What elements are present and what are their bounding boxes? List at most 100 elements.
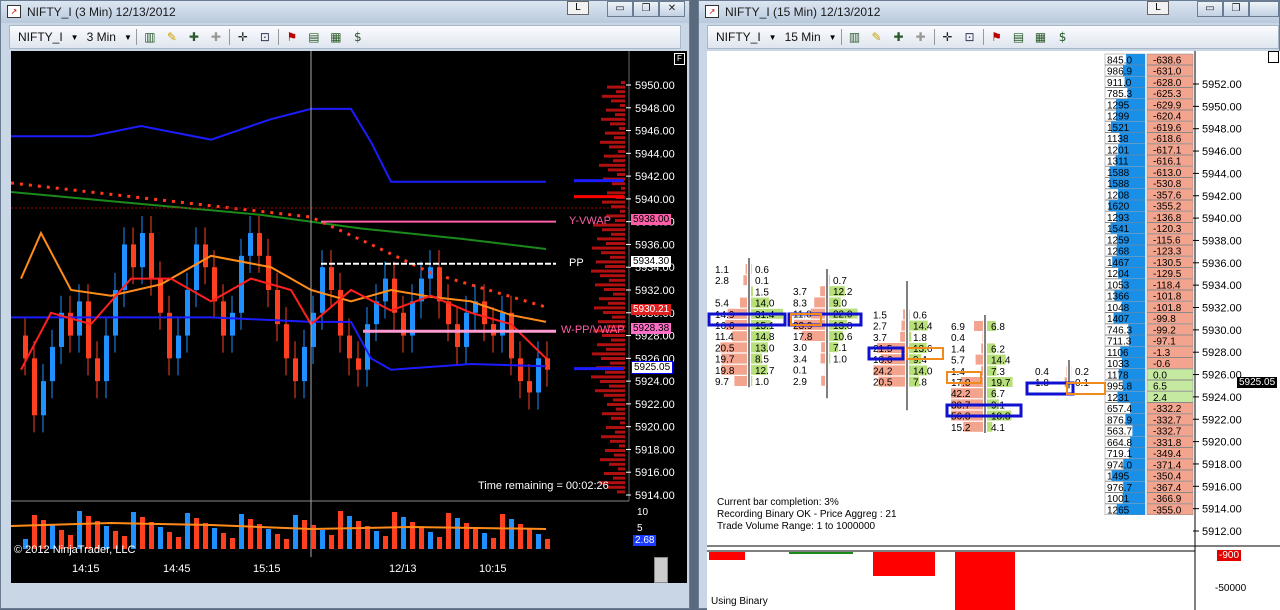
candle-body <box>203 244 208 267</box>
right-titlebar[interactable]: ↗ NIFTY_I (15 Min) 12/13/2012 L ▭ ❐ <box>699 1 1279 23</box>
indicators-icon[interactable]: ▤ <box>1010 28 1028 46</box>
volume-bar <box>221 533 226 549</box>
volume-profile-bar <box>610 440 625 443</box>
chart-properties-icon[interactable]: ▦ <box>327 28 345 46</box>
price-tick-label: 5932.00 <box>635 285 675 297</box>
zoom-out-icon[interactable]: ✚ <box>207 28 225 46</box>
left-window-title: NIFTY_I (3 Min) 12/13/2012 <box>27 5 176 19</box>
instrument-selector[interactable]: NIFTY_I <box>14 30 67 44</box>
minimize-button[interactable]: ▭ <box>1197 1 1223 17</box>
link-button[interactable]: L <box>567 1 589 15</box>
ladder-volume-value: 1541 <box>1107 224 1130 235</box>
bar-style-icon[interactable]: ▥ <box>846 28 864 46</box>
dollar-icon[interactable]: $ <box>1054 28 1072 46</box>
ladder-delta-value: -357.6 <box>1153 190 1182 201</box>
footprint-sell-value: 5.4 <box>715 299 729 310</box>
price-tick-label: 5938.00 <box>1202 235 1242 247</box>
left-titlebar[interactable]: ↗ NIFTY_I (3 Min) 12/13/2012 L ▭ ❐ ✕ <box>1 1 689 23</box>
zoom-in-icon[interactable]: ✚ <box>890 28 908 46</box>
extra-window-button[interactable] <box>1249 1 1279 17</box>
close-button[interactable]: ✕ <box>659 1 685 17</box>
volume-profile-bar <box>608 486 625 489</box>
candle-body <box>437 267 442 301</box>
link-button[interactable]: L <box>1147 1 1169 15</box>
restore-button[interactable]: ❐ <box>1223 1 1249 17</box>
dollar-icon[interactable]: $ <box>349 28 367 46</box>
footprint-buy-fill <box>829 275 830 285</box>
footprint-sell-value: 1.1 <box>715 265 729 276</box>
footprint-buy-value: 6.8 <box>991 322 1005 333</box>
ladder-volume-value: 1299 <box>1107 112 1130 123</box>
zoom-out-icon[interactable]: ✚ <box>912 28 930 46</box>
footprint-sell-value: 2.7 <box>873 322 887 333</box>
restore-button[interactable]: ❐ <box>633 1 659 17</box>
ladder-volume-value: 1231 <box>1107 393 1130 404</box>
footprint-buy-fill <box>751 264 752 274</box>
ladder-delta-value: -101.8 <box>1153 303 1182 314</box>
candle-body <box>275 290 280 324</box>
scroll-button[interactable] <box>654 557 668 583</box>
minimize-button[interactable]: ▭ <box>607 1 633 17</box>
bar-style-icon[interactable]: ▥ <box>141 28 159 46</box>
chart-properties-icon[interactable]: ▦ <box>1032 28 1050 46</box>
footprint-sell-value: 15.2 <box>951 423 971 434</box>
chart-properties-button[interactable] <box>1268 51 1279 63</box>
strategies-icon[interactable]: ⚑ <box>283 28 301 46</box>
data-box-icon[interactable]: ⊡ <box>961 28 979 46</box>
ladder-volume-value: 1495 <box>1107 472 1130 483</box>
volume-bar <box>194 518 199 549</box>
instrument-selector[interactable]: NIFTY_I <box>712 30 765 44</box>
strategies-icon[interactable]: ⚑ <box>988 28 1006 46</box>
ladder-volume-fill <box>1132 425 1145 436</box>
footprint-chart-15min[interactable]: 845.0986.9911.0785.312951299152111381201… <box>707 51 1280 610</box>
volume-bar <box>275 534 280 549</box>
chart-app-icon: ↗ <box>7 5 21 18</box>
footprint-buy-value: 1.0 <box>833 354 847 365</box>
candle-body <box>536 358 541 392</box>
candle-body <box>509 313 514 359</box>
footprint-buy-value: 19.7 <box>991 378 1011 389</box>
volume-bar <box>203 523 208 549</box>
volume-bar <box>329 535 334 549</box>
chevron-down-icon[interactable]: ▼ <box>769 33 777 42</box>
window-controls: ▭ ❐ <box>1197 1 1279 17</box>
ladder-delta-value: -638.6 <box>1153 55 1182 66</box>
drawing-pencil-icon[interactable]: ✎ <box>163 28 181 46</box>
chevron-down-icon[interactable]: ▼ <box>71 33 79 42</box>
ladder-delta-value: -613.0 <box>1153 168 1182 179</box>
ladder-delta-value: -355.2 <box>1153 202 1182 213</box>
upper-band-line <box>11 109 546 182</box>
candle-body <box>518 358 523 381</box>
candle-body <box>194 244 199 290</box>
volume-profile-bar <box>608 168 625 171</box>
footprint-buy-value: 1.0 <box>755 377 769 388</box>
chart-properties-button[interactable]: F <box>674 53 685 65</box>
volume-profile-bar <box>595 283 625 286</box>
volume-bar <box>230 538 235 549</box>
chevron-down-icon[interactable]: ▼ <box>124 33 132 42</box>
price-tick-label: 5952.00 <box>1202 79 1242 91</box>
price-tick-label: 5928.00 <box>1202 347 1242 359</box>
price-chart-3min[interactable]: 5950.005948.005946.005944.005942.005940.… <box>11 51 687 557</box>
indicators-icon[interactable]: ▤ <box>305 28 323 46</box>
chevron-down-icon[interactable]: ▼ <box>829 33 837 42</box>
candle-body <box>185 290 190 336</box>
volume-bar <box>491 538 496 549</box>
period-selector[interactable]: 3 Min <box>83 30 120 44</box>
ladder-delta-value: -332.2 <box>1153 404 1182 415</box>
drawing-pencil-icon[interactable]: ✎ <box>868 28 886 46</box>
footprint-sell-fill <box>821 376 825 386</box>
chart-app-icon: ↗ <box>705 5 719 18</box>
crosshair-icon[interactable]: ✛ <box>939 28 957 46</box>
zoom-in-icon[interactable]: ✚ <box>185 28 203 46</box>
volume-profile-bar <box>601 435 625 438</box>
pp-label: PP <box>569 257 584 269</box>
ladder-delta-value: -130.5 <box>1153 258 1182 269</box>
ladder-delta-value: -631.0 <box>1153 67 1182 78</box>
footprint-buy-value: 7.8 <box>913 378 927 389</box>
period-selector[interactable]: 15 Min <box>781 30 825 44</box>
candle-body <box>86 301 91 358</box>
ladder-volume-value: 995.8 <box>1107 382 1132 393</box>
data-box-icon[interactable]: ⊡ <box>256 28 274 46</box>
crosshair-icon[interactable]: ✛ <box>234 28 252 46</box>
